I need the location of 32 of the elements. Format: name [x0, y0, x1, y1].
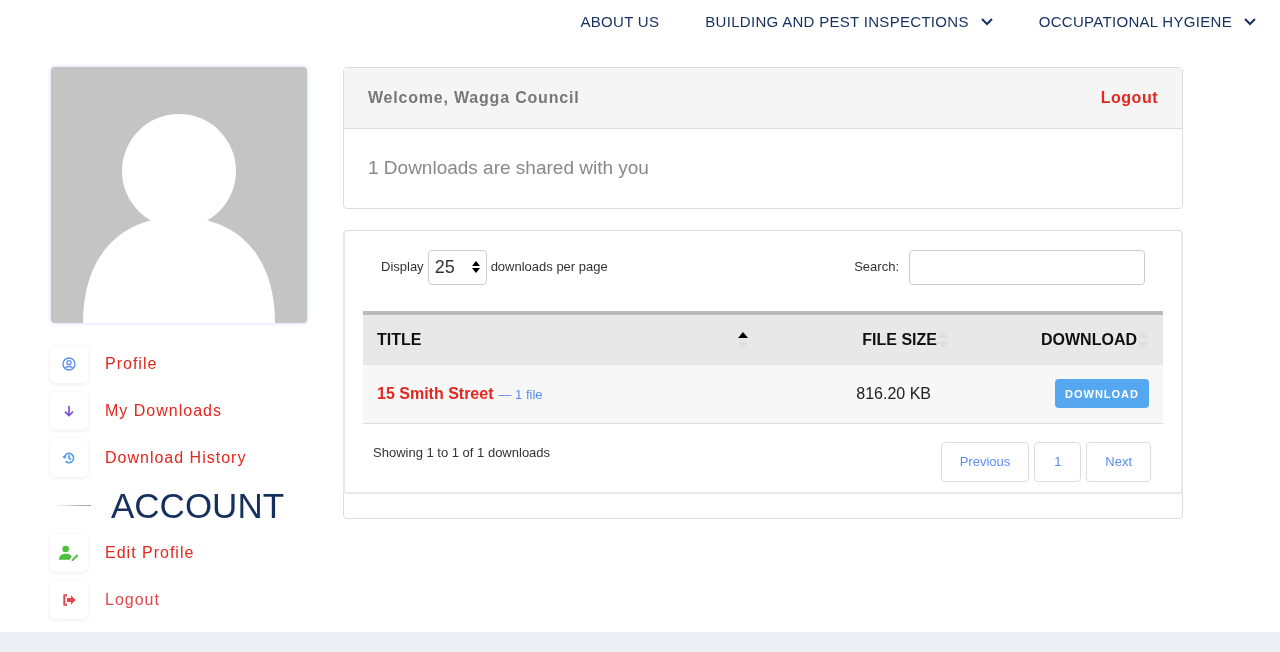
welcome-text: Welcome, Wagga Council — [368, 88, 580, 108]
pagination-button[interactable]: 1 — [1034, 441, 1082, 482]
download-button[interactable]: DOWNLOAD — [1055, 379, 1149, 409]
nav-link[interactable]: BUILDING AND PEST INSPECTIONS — [705, 10, 993, 34]
user-edit-icon — [59, 544, 79, 561]
column-header[interactable]: FILE SIZE — [763, 313, 963, 365]
sidebar-link[interactable]: My Downloads — [105, 398, 222, 423]
results-info: Showing 1 to 1 of 1 downloads — [372, 443, 551, 462]
column-header[interactable]: DOWNLOAD — [963, 313, 1163, 365]
sidebar-link[interactable]: Logout — [105, 587, 160, 612]
display-label: Display — [381, 258, 424, 277]
search-field[interactable] — [909, 249, 1145, 285]
sidebar-link[interactable]: Profile — [105, 351, 158, 376]
file-count: — 1 file — [498, 386, 543, 402]
nav-link[interactable]: OCCUPATIONAL HYGIENE — [1038, 10, 1256, 34]
pagination-button[interactable]: Next — [1086, 441, 1151, 482]
pagination-button[interactable]: Previous — [940, 441, 1030, 482]
user-circle-icon — [61, 355, 77, 372]
per-page-select[interactable]: 25 — [427, 249, 487, 285]
sidebar-link[interactable]: Download History — [105, 445, 247, 470]
column-header[interactable]: TITLE — [363, 313, 763, 365]
shared-message: 1 Downloads are shared with you — [368, 156, 649, 181]
table-cell: 816.20 KB — [763, 365, 963, 423]
sign-out-icon — [61, 591, 77, 608]
logout-link[interactable]: Logout — [1100, 86, 1158, 110]
sort-arrows-icon — [471, 261, 480, 273]
nav-link[interactable]: ABOUT US — [580, 10, 660, 34]
search-label: Search: — [854, 258, 899, 277]
section-heading: ACCOUNT — [111, 487, 285, 523]
title-link[interactable]: 15 Smith Street — [377, 384, 494, 402]
per-page-label: downloads per page — [490, 258, 608, 277]
sidebar-link[interactable]: Edit Profile — [105, 540, 195, 565]
